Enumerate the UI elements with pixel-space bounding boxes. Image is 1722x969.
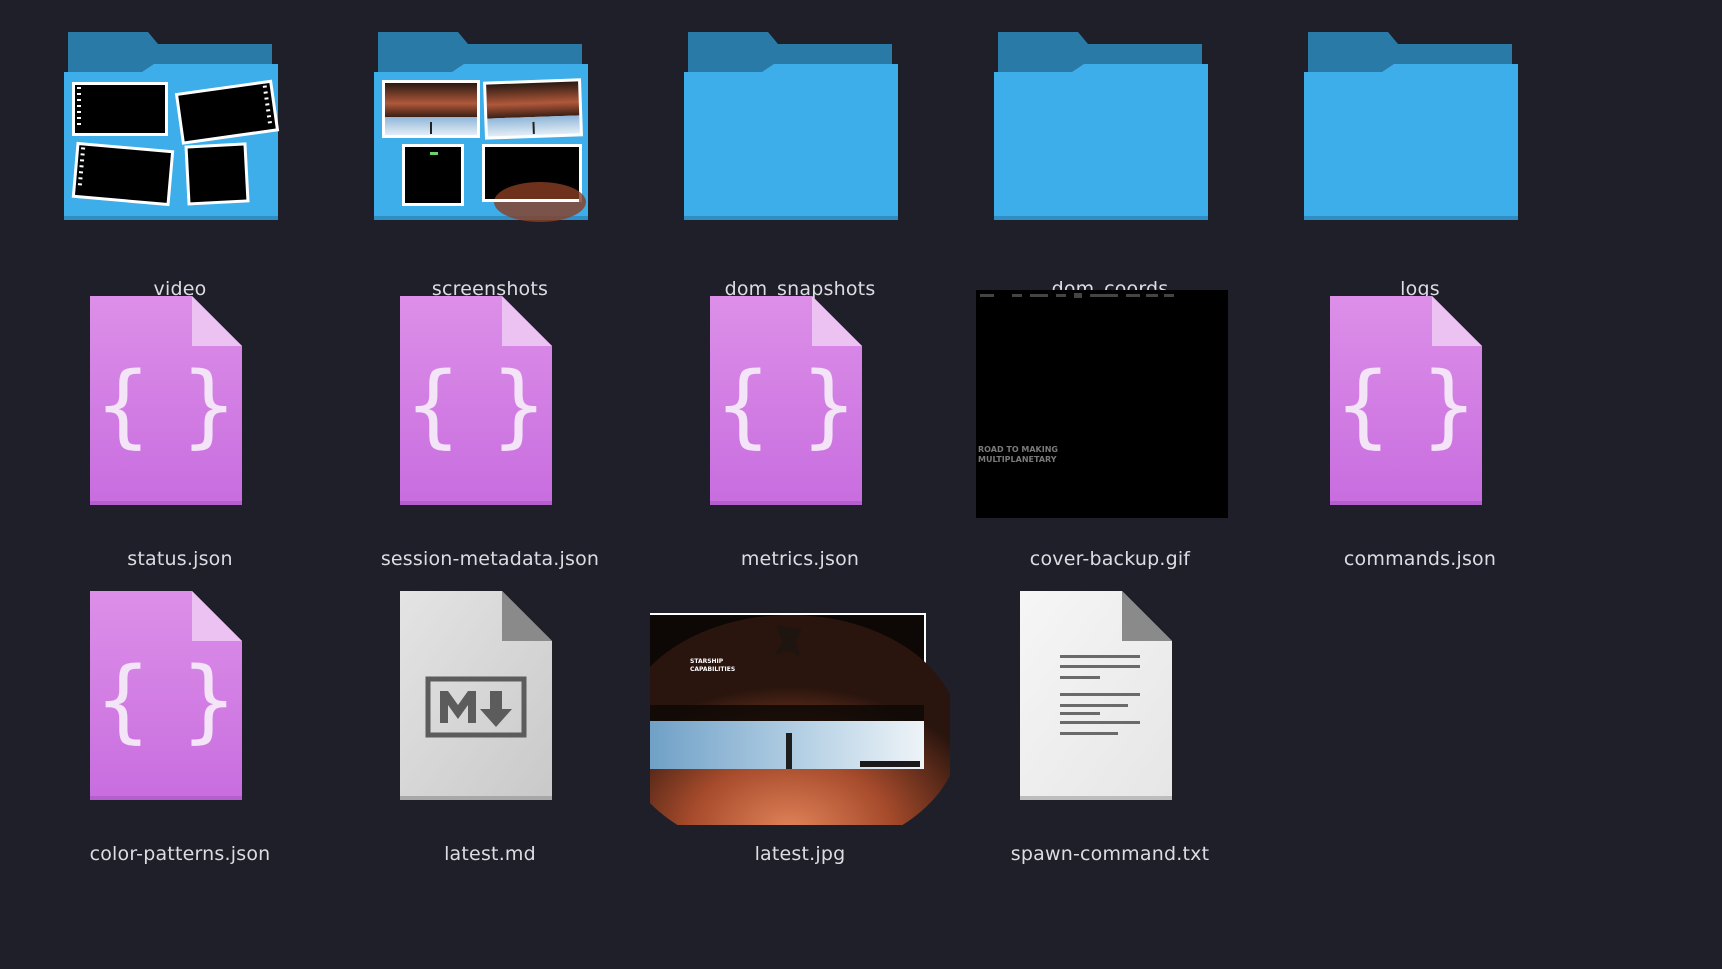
file-grid: video screenshots dom_snapshots dom_coor… (0, 0, 1722, 969)
folder-logs[interactable]: logs (1270, 20, 1570, 310)
file-latest-jpg[interactable]: STARSHIP CAPABILITIES latest.jpg (650, 585, 950, 875)
folder-video[interactable]: video (30, 20, 330, 310)
json-file-icon: { } (30, 585, 330, 825)
jpg-thumb-text-1: STARSHIP (690, 658, 724, 665)
gif-thumb-text-2: MULTIPLANETARY (978, 455, 1057, 464)
file-label: cover-backup.gif (1029, 548, 1191, 570)
folder-dom-coords[interactable]: dom_coords (960, 20, 1260, 310)
file-label: metrics.json (740, 548, 860, 570)
gif-thumbnail-icon: ROAD TO MAKING MULTIPLANETARY (960, 290, 1260, 530)
file-label: latest.md (444, 843, 536, 865)
file-session-metadata-json[interactable]: { } session-metadata.json (340, 290, 640, 580)
file-label: status.json (127, 548, 233, 570)
json-file-icon: { } (650, 290, 950, 530)
jpg-thumb-text-2: CAPABILITIES (690, 666, 735, 673)
folder-icon (960, 20, 1260, 260)
file-cover-backup-gif[interactable]: ROAD TO MAKING MULTIPLANETARY cover-back… (960, 290, 1260, 580)
svg-text:{ }: { } (94, 648, 237, 753)
gif-thumb-text-1: ROAD TO MAKING (978, 445, 1058, 454)
folder-screenshots[interactable]: screenshots (340, 20, 640, 310)
svg-text:{ }: { } (404, 353, 547, 458)
svg-text:{ }: { } (714, 353, 857, 458)
markdown-file-icon (340, 585, 640, 825)
file-label: color-patterns.json (89, 843, 271, 865)
folder-dom-snapshots[interactable]: dom_snapshots (650, 20, 950, 310)
folder-with-video-thumbnails-icon (30, 20, 330, 260)
file-latest-md[interactable]: latest.md (340, 585, 640, 875)
svg-text:{ }: { } (94, 353, 237, 458)
folder-with-image-thumbnails-icon (340, 20, 640, 260)
json-file-icon: { } (30, 290, 330, 530)
file-label: commands.json (1343, 548, 1497, 570)
folder-icon (1270, 20, 1570, 260)
jpg-thumbnail-icon: STARSHIP CAPABILITIES (650, 585, 950, 825)
json-file-icon: { } (340, 290, 640, 530)
file-spawn-command-txt[interactable]: spawn-command.txt (960, 585, 1260, 875)
file-label: session-metadata.json (380, 548, 600, 570)
file-metrics-json[interactable]: { } metrics.json (650, 290, 950, 580)
file-color-patterns-json[interactable]: { } color-patterns.json (30, 585, 330, 875)
svg-text:{ }: { } (1334, 353, 1477, 458)
text-file-icon (960, 585, 1260, 825)
file-commands-json[interactable]: { } commands.json (1270, 290, 1570, 580)
folder-icon (650, 20, 950, 260)
json-file-icon: { } (1270, 290, 1570, 530)
file-label: latest.jpg (754, 843, 846, 865)
file-label: spawn-command.txt (1010, 843, 1210, 865)
file-status-json[interactable]: { } status.json (30, 290, 330, 580)
